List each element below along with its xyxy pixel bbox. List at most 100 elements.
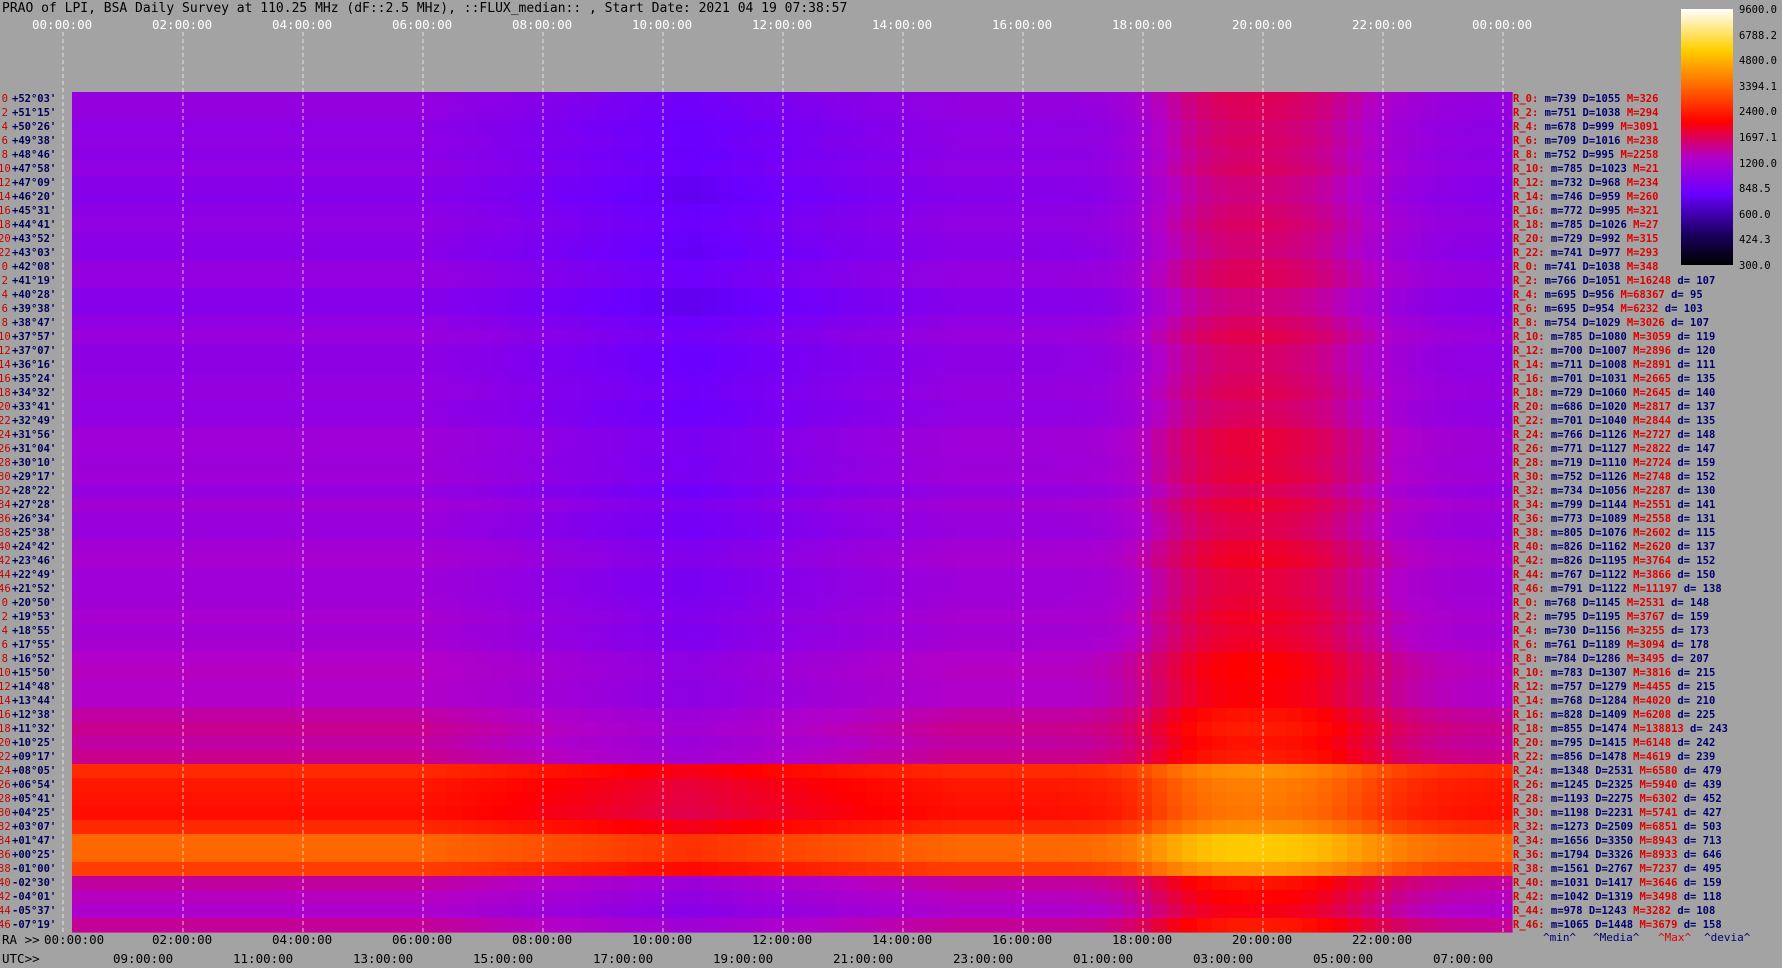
heatmap-cell: [1047, 694, 1063, 709]
heatmap-cell: [417, 204, 433, 219]
heatmap-cell: [342, 414, 358, 429]
heatmap-cell: [1152, 260, 1168, 275]
heatmap-cell: [477, 540, 493, 555]
heatmap-cell: [1257, 680, 1273, 695]
heatmap-cell: [267, 400, 283, 415]
heatmap-cell: [1212, 386, 1228, 401]
heatmap-cell: [162, 176, 178, 191]
heatmap-cell: [987, 778, 1003, 793]
heatmap-cell: [972, 652, 988, 667]
heatmap-cell: [957, 400, 973, 415]
heatmap-cell: [1332, 120, 1348, 135]
heatmap-cell: [987, 218, 1003, 233]
heatmap-cell: [267, 120, 283, 135]
heatmap-cell: [117, 204, 133, 219]
heatmap-cell: [747, 106, 763, 121]
heatmap-cell: [942, 456, 958, 471]
heatmap-cell: [372, 750, 388, 765]
heatmap-cell: [282, 190, 298, 205]
heatmap-cell: [1482, 288, 1498, 303]
heatmap-cell: [177, 526, 193, 541]
heatmap-cell: [642, 232, 658, 247]
heatmap-cell: [1197, 106, 1213, 121]
heatmap-cell: [1377, 750, 1393, 765]
heatmap-cell: [342, 540, 358, 555]
heatmap-cell: [822, 386, 838, 401]
heatmap-cell: [402, 750, 418, 765]
heatmap-cell: [852, 736, 868, 751]
heatmap-cell: [1122, 582, 1138, 597]
heatmap-cell: [717, 302, 733, 317]
heatmap-cell: [777, 316, 793, 331]
heatmap-cell: [72, 470, 88, 485]
heatmap-cell: [432, 372, 448, 387]
heatmap-cell: [762, 554, 778, 569]
heatmap-cell: [1197, 624, 1213, 639]
heatmap-cell: [507, 120, 523, 135]
heatmap-cell: [207, 498, 223, 513]
heatmap-cell: [882, 638, 898, 653]
heatmap-cell: [402, 442, 418, 457]
heatmap-cell: [1317, 526, 1333, 541]
heatmap-cell: [312, 176, 328, 191]
heatmap-cell: [327, 806, 343, 821]
heatmap-cell: [1227, 456, 1243, 471]
heatmap-cell: [207, 736, 223, 751]
heatmap-cell: [72, 260, 88, 275]
heatmap-cell: [1062, 554, 1078, 569]
heatmap-cell: [417, 190, 433, 205]
heatmap-cell: [1347, 246, 1363, 261]
heatmap-cell: [1272, 806, 1288, 821]
heatmap-cell: [1422, 316, 1438, 331]
heatmap-cell: [1347, 694, 1363, 709]
heatmap-cell: [522, 414, 538, 429]
heatmap-cell: [387, 302, 403, 317]
heatmap-cell: [1047, 582, 1063, 597]
heatmap-cell: [297, 428, 313, 443]
heatmap-cell: [207, 652, 223, 667]
heatmap-cell: [312, 414, 328, 429]
heatmap-cell: [1302, 386, 1318, 401]
heatmap-cell: [1302, 792, 1318, 807]
heatmap-cell: [1422, 162, 1438, 177]
heatmap-cell: [207, 190, 223, 205]
heatmap-cell: [1182, 344, 1198, 359]
heatmap-cell: [1092, 344, 1108, 359]
heatmap-cell: [282, 302, 298, 317]
heatmap-cell: [552, 484, 568, 499]
heatmap-cell: [357, 778, 373, 793]
heatmap-cell: [1032, 540, 1048, 555]
heatmap-cell: [372, 246, 388, 261]
heatmap-cell: [807, 176, 823, 191]
heatmap-cell: [192, 442, 208, 457]
heatmap-cell: [282, 568, 298, 583]
heatmap-cell: [1287, 666, 1303, 681]
heatmap-cell: [1407, 92, 1423, 107]
heatmap-cell: [687, 316, 703, 331]
heatmap-cell: [1497, 442, 1513, 457]
heatmap-cell: [1137, 162, 1153, 177]
heatmap-cell: [477, 498, 493, 513]
heatmap-cell: [1317, 470, 1333, 485]
heatmap-cell: [72, 428, 88, 443]
heatmap-cell: [102, 652, 118, 667]
heatmap-cell: [327, 246, 343, 261]
heatmap-cell: [957, 512, 973, 527]
heatmap-cell: [1377, 582, 1393, 597]
heatmap-cell: [1482, 316, 1498, 331]
heatmap-cell: [1422, 400, 1438, 415]
heatmap-cell: [1182, 428, 1198, 443]
heatmap-cell: [672, 134, 688, 149]
heatmap-cell: [822, 302, 838, 317]
heatmap-cell: [942, 386, 958, 401]
heatmap-cell: [1347, 176, 1363, 191]
heatmap-cell: [1152, 680, 1168, 695]
heatmap-cell: [1317, 456, 1333, 471]
heatmap-cell: [792, 708, 808, 723]
heatmap-cell: [942, 372, 958, 387]
heatmap-cell: [447, 456, 463, 471]
heatmap-cell: [312, 722, 328, 737]
heatmap-cell: [942, 484, 958, 499]
heatmap-cell: [1332, 512, 1348, 527]
heatmap-cell: [342, 736, 358, 751]
